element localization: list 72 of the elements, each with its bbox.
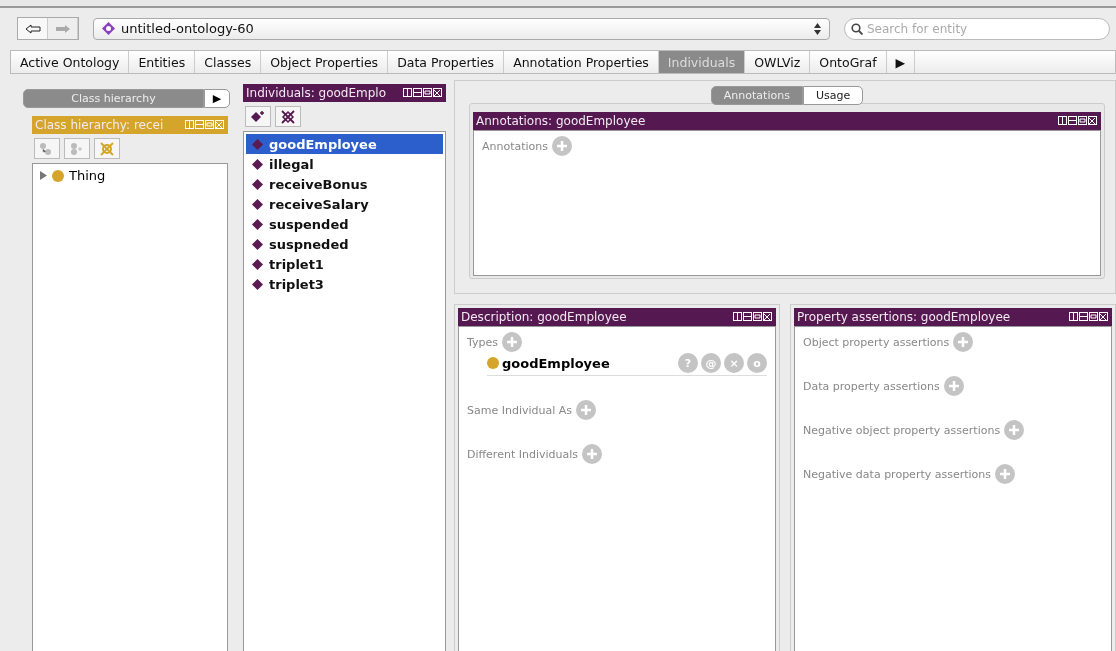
individual-item[interactable]: goodEmployee [246, 134, 443, 154]
expand-icon[interactable] [39, 171, 47, 180]
individual-item[interactable]: illegal [246, 154, 443, 174]
diamond-icon [252, 238, 263, 250]
delete-class-button[interactable] [94, 138, 120, 159]
section-label: Different Individuals [467, 447, 578, 461]
view-controls-icon[interactable] [1058, 116, 1098, 126]
tab[interactable]: Active Ontology [11, 51, 130, 73]
search-icon [851, 22, 863, 35]
view-tab[interactable]: Usage [802, 86, 864, 105]
section-label: Object property assertions [803, 335, 950, 349]
add-individual-icon [250, 109, 266, 124]
add-icon[interactable] [576, 400, 597, 420]
section-label: Annotations [482, 139, 549, 153]
individual-item[interactable]: suspneded [246, 234, 443, 254]
diamond-icon [252, 138, 263, 150]
view-controls-icon[interactable] [733, 312, 773, 322]
individual-item[interactable]: receiveSalary [246, 194, 443, 214]
panel-title: Annotations: goodEmployee [476, 114, 646, 128]
tab[interactable]: OntoGraf [810, 51, 887, 73]
more-views-button[interactable]: ▶ [204, 89, 230, 108]
add-icon[interactable] [1004, 420, 1025, 440]
section-label: Data property assertions [803, 379, 940, 393]
section-label: Types [467, 335, 498, 349]
diamond-icon [252, 258, 263, 270]
section-label: Negative object property assertions [803, 423, 1001, 437]
add-icon[interactable] [582, 444, 602, 464]
diamond-icon [252, 158, 263, 170]
panel-title: Class hierarchy: recei [35, 118, 164, 132]
tab[interactable]: Object Properties [261, 51, 389, 73]
diamond-icon [252, 278, 263, 290]
diamond-icon [252, 218, 263, 230]
delete-icon [280, 108, 296, 125]
tab[interactable]: Entities [129, 51, 196, 73]
panel-title: Description: goodEmployee [461, 310, 627, 324]
updown-icon [814, 22, 821, 35]
class-icon [487, 357, 499, 369]
class-icon [52, 169, 64, 182]
add-sibling-icon [69, 141, 85, 156]
tab[interactable]: Classes [195, 51, 262, 73]
panel-title: Property assertions: goodEmployee [797, 310, 1011, 324]
add-icon[interactable] [552, 136, 573, 156]
back-button[interactable] [18, 18, 48, 39]
delete-icon [99, 140, 115, 157]
delete-individual-button[interactable] [275, 106, 301, 127]
diamond-icon [252, 198, 263, 210]
more-tabs-button[interactable]: ▶ [886, 51, 916, 73]
forward-arrow-icon [54, 23, 71, 34]
section-label: Same Individual As [467, 403, 573, 417]
add-icon[interactable] [502, 332, 522, 352]
tab[interactable]: Data Properties [388, 51, 505, 73]
type-item: goodEmployee [502, 355, 611, 371]
individual-item[interactable]: receiveBonus [246, 174, 443, 194]
tab[interactable]: Annotation Properties [504, 51, 659, 73]
add-individual-button[interactable] [245, 106, 271, 127]
add-icon[interactable] [953, 332, 974, 352]
diamond-icon [252, 178, 263, 190]
view-controls-icon[interactable] [403, 88, 443, 98]
individual-item[interactable]: triplet3 [246, 274, 443, 294]
back-arrow-icon [24, 23, 41, 34]
panel-title: Individuals: goodEmplo [246, 86, 387, 100]
add-icon[interactable] [995, 464, 1015, 484]
individual-item[interactable]: suspended [246, 214, 443, 234]
individual-item[interactable]: triplet1 [246, 254, 443, 274]
tree-item[interactable]: Thing [69, 168, 106, 183]
section-label: Negative data property assertions [803, 467, 991, 481]
search-field[interactable]: Search for entity [844, 17, 1110, 40]
view-controls-icon[interactable] [1069, 312, 1109, 322]
tab[interactable]: OWLViz [745, 51, 811, 73]
ontology-icon [102, 22, 115, 35]
add-icon[interactable] [943, 376, 964, 396]
ontology-selector[interactable]: untitled-ontology-60 [93, 17, 830, 40]
